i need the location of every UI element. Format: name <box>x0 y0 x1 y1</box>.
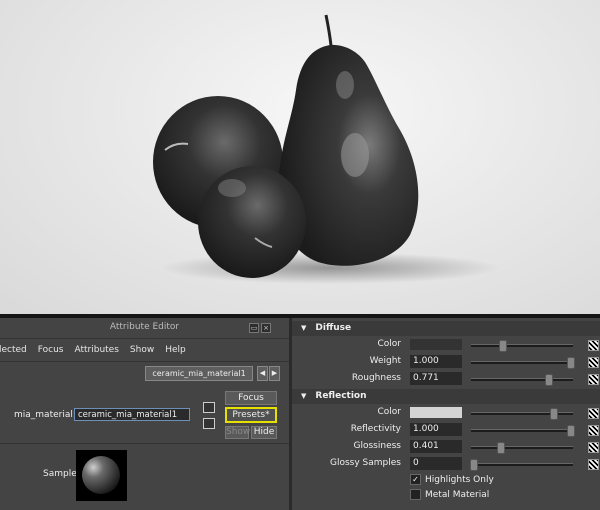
sample-label: Sample <box>43 469 77 479</box>
node-name-field[interactable]: ceramic_mia_material1 <box>74 408 190 421</box>
tab-next-icon[interactable]: ▶ <box>269 366 280 381</box>
diffuse-header-label: Diffuse <box>315 323 352 333</box>
diffuse-roughness-slider[interactable] <box>471 374 573 386</box>
metal-material-row: Metal Material <box>410 489 590 502</box>
map-texture-icon[interactable] <box>588 374 599 385</box>
slider-handle[interactable] <box>544 374 553 386</box>
reflection-color-label: Color <box>377 407 402 417</box>
map-texture-icon[interactable] <box>588 425 599 436</box>
highlights-only-label: Highlights Only <box>425 475 494 485</box>
map-texture-icon[interactable] <box>588 442 599 453</box>
reflectivity-row: Reflectivity 1.000 <box>292 423 600 437</box>
highlights-only-checkbox[interactable]: ✓ <box>410 474 421 485</box>
presets-button[interactable]: Presets* <box>225 407 277 423</box>
tab-ceramic-mia-material1[interactable]: ceramic_mia_material1 <box>145 366 253 381</box>
panel-window-controls: ▭ × <box>249 323 271 333</box>
slider-handle[interactable] <box>498 340 507 352</box>
glossiness-slider[interactable] <box>471 442 573 454</box>
pear-stem <box>324 14 333 47</box>
menu-selected[interactable]: lected <box>0 345 27 355</box>
reflection-header-label: Reflection <box>315 391 367 401</box>
menu-bar: lected Focus Attributes Show Help <box>0 342 289 358</box>
menu-help[interactable]: Help <box>165 345 186 355</box>
diffuse-weight-slider[interactable] <box>471 357 575 369</box>
render-viewport <box>0 0 600 314</box>
float-panel-icon[interactable]: ▭ <box>249 323 259 333</box>
map-texture-icon[interactable] <box>588 357 599 368</box>
diffuse-weight-label: Weight <box>369 356 401 366</box>
map-texture-icon[interactable] <box>588 340 599 351</box>
diffuse-roughness-field[interactable]: 0.771 <box>410 372 462 385</box>
diffuse-color-row: Color <box>292 338 600 352</box>
input-connection-icon[interactable] <box>203 402 215 413</box>
slider-handle[interactable] <box>566 425 575 437</box>
glossy-samples-row: Glossy Samples 0 <box>292 457 600 471</box>
reflection-section-header[interactable]: ▼ Reflection <box>292 389 600 404</box>
reflection-color-row: Color <box>292 406 600 420</box>
separator <box>0 338 289 339</box>
glossiness-label: Glossiness <box>353 441 401 451</box>
glossy-samples-label: Glossy Samples <box>330 458 401 468</box>
glossy-samples-field[interactable]: 0 <box>410 457 462 470</box>
slider-handle[interactable] <box>549 408 558 420</box>
attribute-editor-title: Attribute Editor <box>109 322 180 332</box>
slider-handle[interactable] <box>566 357 575 369</box>
reflection-color-slider[interactable] <box>471 408 573 420</box>
glossy-samples-slider[interactable] <box>470 459 573 471</box>
reflection-color-swatch[interactable] <box>410 407 462 418</box>
reflectivity-slider[interactable] <box>471 425 575 437</box>
slider-handle[interactable] <box>470 459 479 471</box>
menu-show[interactable]: Show <box>130 345 154 355</box>
diffuse-roughness-label: Roughness <box>351 373 401 383</box>
reflectivity-label: Reflectivity <box>350 424 401 434</box>
separator <box>0 443 289 444</box>
output-connection-icon[interactable] <box>203 418 215 429</box>
diffuse-roughness-row: Roughness 0.771 <box>292 372 600 386</box>
hide-button[interactable]: Hide <box>251 426 277 439</box>
map-texture-icon[interactable] <box>588 459 599 470</box>
node-tab-row: ceramic_mia_material1 ◀ ▶ <box>0 364 289 381</box>
glossiness-row: Glossiness 0.401 <box>292 440 600 454</box>
diffuse-section-header[interactable]: ▼ Diffuse <box>292 321 600 336</box>
separator <box>0 361 289 362</box>
diffuse-color-label: Color <box>377 339 402 349</box>
material-sample-swatch <box>76 450 127 501</box>
tab-prev-icon[interactable]: ◀ <box>257 366 268 381</box>
node-type-label: mia_material: <box>14 410 76 420</box>
material-attributes-panel: ▼ Diffuse Color Weight 1.000 Roughness 0.… <box>292 318 600 510</box>
reflectivity-field[interactable]: 1.000 <box>410 423 462 436</box>
show-button[interactable]: Show <box>225 426 250 439</box>
metal-material-checkbox[interactable] <box>410 489 421 500</box>
diffuse-color-swatch[interactable] <box>410 339 462 350</box>
map-texture-icon[interactable] <box>588 408 599 419</box>
menu-attributes[interactable]: Attributes <box>74 345 118 355</box>
menu-focus[interactable]: Focus <box>38 345 64 355</box>
diffuse-weight-field[interactable]: 1.000 <box>410 355 462 368</box>
focus-button[interactable]: Focus <box>225 391 277 405</box>
front-apple <box>198 166 306 278</box>
glossiness-field[interactable]: 0.401 <box>410 440 462 453</box>
highlights-only-row: ✓ Highlights Only <box>410 474 590 487</box>
slider-handle[interactable] <box>496 442 505 454</box>
rendered-pears-apples-image <box>153 14 500 284</box>
close-panel-icon[interactable]: × <box>261 323 271 333</box>
diffuse-color-slider[interactable] <box>471 340 573 352</box>
diffuse-weight-row: Weight 1.000 <box>292 355 600 369</box>
metal-material-label: Metal Material <box>425 490 490 500</box>
